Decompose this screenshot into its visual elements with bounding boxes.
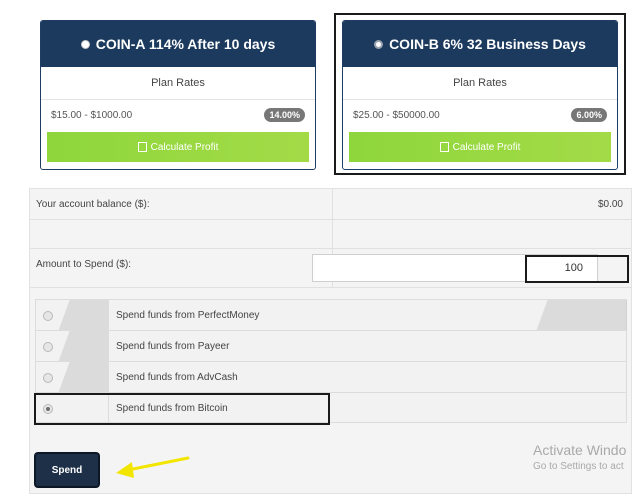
divider	[332, 189, 333, 219]
plan-card-coin-b[interactable]: COIN-B 6% 32 Business Days Plan Rates $2…	[342, 20, 618, 170]
plan-rate-row: $25.00 - $50000.00 6.00%	[343, 100, 617, 130]
payment-option-bitcoin[interactable]: Spend funds from Bitcoin	[36, 393, 626, 424]
stripe-decoration	[486, 300, 627, 330]
calculator-icon	[439, 142, 449, 152]
plan-subtitle: Plan Rates	[343, 67, 617, 100]
plan-range: $25.00 - $50000.00	[353, 109, 440, 121]
payment-radio[interactable]	[43, 342, 53, 352]
calculate-profit-button[interactable]: Calculate Profit	[349, 132, 611, 162]
activate-windows-subtext: Go to Settings to act	[533, 461, 624, 472]
calculator-icon	[137, 142, 147, 152]
payment-label: Spend funds from AdvCash	[116, 372, 238, 383]
activate-windows-watermark: Activate Windo	[533, 442, 627, 458]
plan-rate-badge: 6.00%	[571, 108, 607, 122]
plan-title: COIN-A 114% After 10 days	[95, 36, 276, 52]
plan-range: $15.00 - $1000.00	[51, 109, 133, 121]
plan-header[interactable]: COIN-B 6% 32 Business Days	[343, 21, 617, 67]
payment-option-perfectmoney[interactable]: Spend funds from PerfectMoney	[36, 300, 627, 331]
arrow-annotation-icon	[116, 456, 190, 478]
calculate-profit-label: Calculate Profit	[150, 141, 219, 153]
plan-subtitle: Plan Rates	[41, 67, 315, 100]
payment-radio[interactable]	[43, 373, 53, 383]
divider	[332, 220, 333, 248]
amount-input[interactable]	[312, 254, 598, 282]
payment-label: Spend funds from Payeer	[116, 341, 230, 352]
spend-button[interactable]: Spend	[36, 454, 98, 486]
payment-label: Spend funds from PerfectMoney	[116, 310, 260, 321]
plan-card-coin-a[interactable]: COIN-A 114% After 10 days Plan Rates $15…	[40, 20, 316, 170]
balance-label: Your account balance ($):	[36, 199, 150, 210]
plan-rate-row: $15.00 - $1000.00 14.00%	[41, 100, 315, 130]
payment-label: Spend funds from Bitcoin	[116, 403, 228, 414]
plan-title: COIN-B 6% 32 Business Days	[389, 36, 586, 52]
payment-options-table: Spend funds from PerfectMoney Spend fund…	[35, 299, 627, 424]
payment-radio-selected[interactable]	[43, 404, 53, 414]
plan-radio-selected[interactable]	[374, 39, 384, 49]
spacer-row	[30, 220, 631, 249]
calculate-profit-label: Calculate Profit	[452, 141, 521, 153]
balance-value: $0.00	[597, 199, 623, 210]
calculate-profit-button[interactable]: Calculate Profit	[47, 132, 309, 162]
amount-label: Amount to Spend ($):	[36, 259, 132, 270]
payment-option-advcash[interactable]: Spend funds from AdvCash	[36, 362, 626, 393]
plan-radio[interactable]	[80, 39, 90, 49]
plan-header[interactable]: COIN-A 114% After 10 days	[41, 21, 315, 67]
payment-option-payeer[interactable]: Spend funds from Payeer	[36, 331, 626, 362]
payment-radio[interactable]	[43, 311, 53, 321]
balance-row: Your account balance ($): $0.00	[30, 189, 631, 220]
plan-rate-badge: 14.00%	[264, 108, 305, 122]
